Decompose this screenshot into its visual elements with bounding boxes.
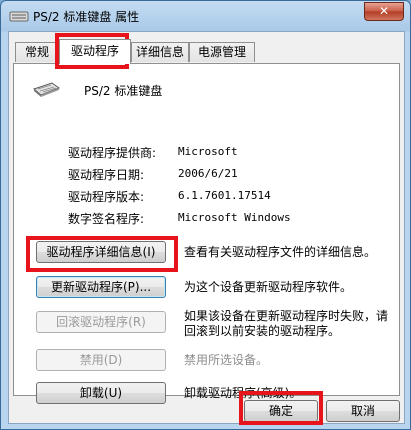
close-button[interactable]: ✕ (364, 2, 404, 21)
keyboard-device-icon (33, 82, 60, 97)
rollback-driver-desc-line2: 回滚到以前安装的驱动程序。 (184, 324, 341, 338)
properties-window: PS/2 标准键盘 属性 ✕ 常规 驱动程序 详细信息 电源管理 PS/2 标准… (0, 0, 411, 430)
uninstall-desc: 卸载驱动程序(高级)。 (184, 386, 302, 400)
ok-button[interactable]: 确定 (244, 400, 318, 422)
tab-power-management[interactable]: 电源管理 (189, 42, 255, 62)
tab-driver[interactable]: 驱动程序 (59, 39, 131, 64)
tab-details[interactable]: 详细信息 (131, 42, 189, 62)
driver-details-button[interactable]: 驱动程序详细信息(I) (36, 241, 166, 263)
uninstall-button[interactable]: 卸载(U) (36, 382, 166, 404)
date-value: 2006/6/21 (178, 167, 238, 180)
signer-value: Microsoft Windows (178, 211, 291, 224)
version-label: 驱动程序版本: (68, 190, 145, 204)
keyboard-icon (9, 11, 29, 22)
rollback-driver-desc-line1: 如果该设备在更新驱动程序时失败，请 (184, 309, 389, 323)
cancel-button[interactable]: 取消 (326, 400, 400, 422)
rollback-driver-button[interactable]: 回滚驱动程序(R) (36, 311, 166, 333)
disable-desc: 禁用所选设备。 (184, 353, 269, 367)
title-bar[interactable]: PS/2 标准键盘 属性 ✕ (1, 1, 410, 31)
device-name: PS/2 标准键盘 (84, 84, 163, 98)
update-driver-button[interactable]: 更新驱动程序(P)... (36, 276, 166, 298)
date-label: 驱动程序日期: (68, 168, 145, 182)
version-value: 6.1.7601.17514 (178, 189, 271, 202)
signer-label: 数字签名程序: (68, 212, 145, 226)
window-title: PS/2 标准键盘 属性 (33, 10, 140, 24)
provider-value: Microsoft (178, 145, 238, 158)
driver-details-desc: 查看有关驱动程序文件的详细信息。 (184, 245, 377, 259)
update-driver-desc: 为这个设备更新驱动程序软件。 (184, 280, 353, 294)
dialog-client: 常规 驱动程序 详细信息 电源管理 PS/2 标准键盘 驱动程序提供商: Mic… (8, 31, 405, 424)
provider-label: 驱动程序提供商: (68, 146, 157, 160)
driver-panel: PS/2 标准键盘 驱动程序提供商: Microsoft 驱动程序日期: 200… (13, 63, 400, 404)
disable-button[interactable]: 禁用(D) (36, 349, 166, 371)
tab-general[interactable]: 常规 (15, 42, 59, 62)
